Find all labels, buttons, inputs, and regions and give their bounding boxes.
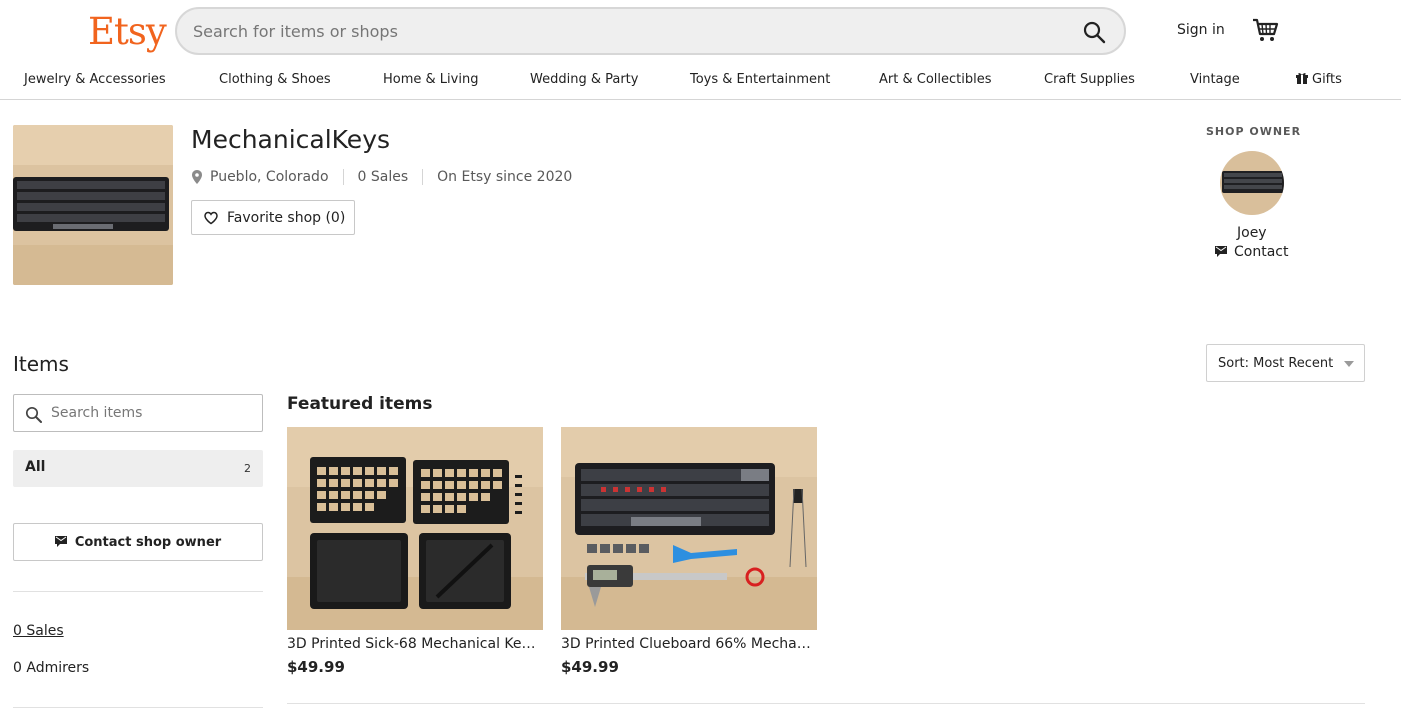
sort-label: Sort: Most Recent <box>1218 355 1334 371</box>
heart-icon <box>204 211 218 224</box>
category-clothing-shoes[interactable]: Clothing & Shoes <box>219 72 331 87</box>
items-heading: Items <box>13 352 69 376</box>
shop-meta: Pueblo, Colorado 0 Sales On Etsy since 2… <box>192 168 572 186</box>
featured-items-heading: Featured items <box>287 394 433 414</box>
category-home-living[interactable]: Home & Living <box>383 72 478 87</box>
location-pin-icon <box>192 170 202 184</box>
category-jewelry-accessories[interactable]: Jewelry & Accessories <box>24 72 166 87</box>
items-search-box <box>13 394 263 432</box>
global-search-bar <box>175 7 1126 55</box>
shopping-cart-icon[interactable] <box>1251 17 1279 43</box>
shop-name: MechanicalKeys <box>191 125 391 154</box>
etsy-logo[interactable]: Etsy <box>88 10 167 53</box>
category-wedding-party[interactable]: Wedding & Party <box>530 72 638 87</box>
shop-sales-count[interactable]: 0 Sales <box>358 169 409 185</box>
sales-link[interactable]: 0 Sales <box>13 623 64 639</box>
sign-in-link[interactable]: Sign in <box>1177 22 1225 38</box>
content-divider <box>287 703 1365 704</box>
listing-price: $49.99 <box>561 658 619 676</box>
owner-contact-link[interactable]: Contact <box>1215 244 1288 260</box>
sidebar-divider <box>13 707 263 708</box>
favorite-shop-button[interactable]: Favorite shop (0) <box>191 200 355 235</box>
shop-icon-image <box>13 125 173 285</box>
search-icon <box>25 406 42 423</box>
shop-owner-label: SHOP OWNER <box>1206 125 1302 138</box>
section-all-label: All <box>25 459 46 475</box>
caret-down-icon <box>1344 361 1354 367</box>
listing-card[interactable]: 3D Printed Clueboard 66% Mechanical Keyb… <box>561 427 817 676</box>
owner-avatar[interactable] <box>1220 151 1284 215</box>
items-search-input[interactable] <box>51 395 256 431</box>
category-nav: Jewelry & Accessories Clothing & Shoes H… <box>0 68 1401 100</box>
message-icon <box>54 536 67 547</box>
admirers-count: 0 Admirers <box>13 660 90 676</box>
section-all[interactable]: All 2 <box>13 450 263 487</box>
listing-image[interactable] <box>287 427 543 630</box>
category-toys-entertainment[interactable]: Toys & Entertainment <box>690 72 830 87</box>
listing-card[interactable]: 3D Printed Sick-68 Mechanical Keyboard C… <box>287 427 543 676</box>
section-all-count: 2 <box>244 462 251 475</box>
category-gifts[interactable]: Gifts <box>1296 72 1342 87</box>
category-gifts-label: Gifts <box>1312 72 1342 87</box>
owner-contact-label: Contact <box>1234 244 1289 260</box>
listing-title[interactable]: 3D Printed Sick-68 Mechanical Keyboard C… <box>287 636 543 652</box>
meta-divider <box>342 169 344 185</box>
category-art-collectibles[interactable]: Art & Collectibles <box>879 72 991 87</box>
listing-image[interactable] <box>561 427 817 630</box>
listing-title[interactable]: 3D Printed Clueboard 66% Mechanical Keyb… <box>561 636 817 652</box>
contact-shop-owner-label: Contact shop owner <box>74 534 222 550</box>
category-vintage[interactable]: Vintage <box>1190 72 1240 87</box>
contact-shop-owner-button[interactable]: Contact shop owner <box>13 523 263 561</box>
message-icon <box>1215 246 1227 257</box>
shop-since: On Etsy since 2020 <box>437 169 573 185</box>
category-craft-supplies[interactable]: Craft Supplies <box>1044 72 1135 87</box>
search-icon[interactable] <box>1082 20 1106 44</box>
owner-name[interactable]: Joey <box>1237 225 1267 241</box>
meta-divider <box>422 169 424 185</box>
shop-location: Pueblo, Colorado <box>210 169 329 185</box>
sort-dropdown[interactable]: Sort: Most Recent <box>1206 344 1365 382</box>
listing-price: $49.99 <box>287 658 345 676</box>
favorite-shop-label: Favorite shop (0) <box>227 209 346 226</box>
sidebar-divider <box>13 591 263 592</box>
gift-icon <box>1296 73 1308 84</box>
global-search-input[interactable] <box>193 9 1053 53</box>
